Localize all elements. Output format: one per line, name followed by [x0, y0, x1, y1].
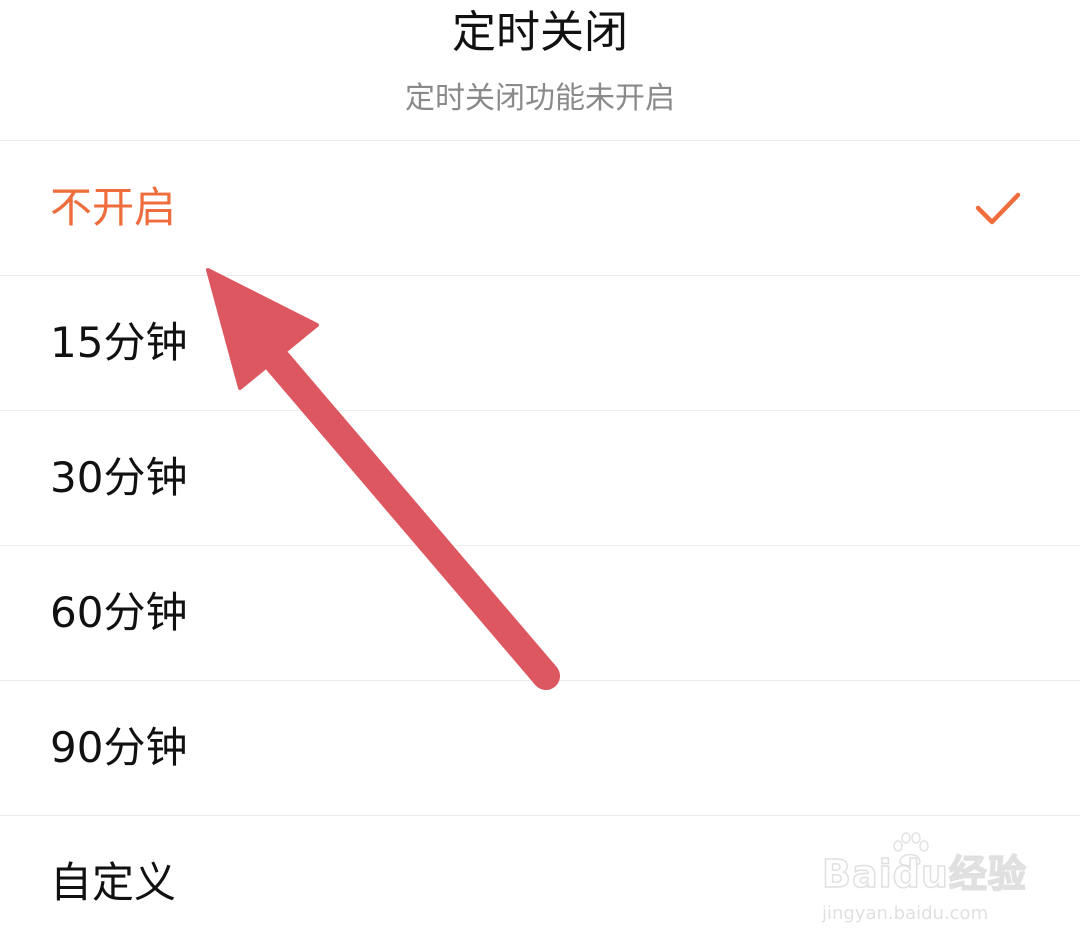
sleep-timer-sheet: 定时关闭 定时关闭功能未开启 不开启 15分钟 30分钟 60分钟 90分钟 自…	[0, 0, 1080, 948]
timer-option-off[interactable]: 不开启	[0, 141, 1080, 276]
timer-option-30min[interactable]: 30分钟	[0, 411, 1080, 546]
timer-options-list: 不开启 15分钟 30分钟 60分钟 90分钟 自定义	[0, 141, 1080, 948]
option-label: 60分钟	[50, 588, 188, 637]
check-icon	[975, 192, 1021, 225]
watermark-url: jingyan.baidu.com	[822, 903, 989, 924]
timer-option-60min[interactable]: 60分钟	[0, 546, 1080, 681]
sheet-title: 定时关闭	[452, 7, 628, 58]
timer-option-15min[interactable]: 15分钟	[0, 276, 1080, 411]
option-label: 15分钟	[50, 318, 188, 367]
option-label: 不开启	[50, 183, 177, 232]
option-label: 30分钟	[50, 453, 188, 502]
timer-option-90min[interactable]: 90分钟	[0, 681, 1080, 816]
option-label: 90分钟	[50, 723, 188, 772]
sheet-subtitle: 定时关闭功能未开启	[405, 81, 675, 116]
watermark-brand: Baidu经验	[821, 852, 1027, 896]
option-label: 自定义	[50, 858, 177, 907]
sheet-header: 定时关闭 定时关闭功能未开启	[0, 0, 1080, 141]
baidu-watermark: Baidu经验 jingyan.baidu.com	[821, 832, 1027, 927]
